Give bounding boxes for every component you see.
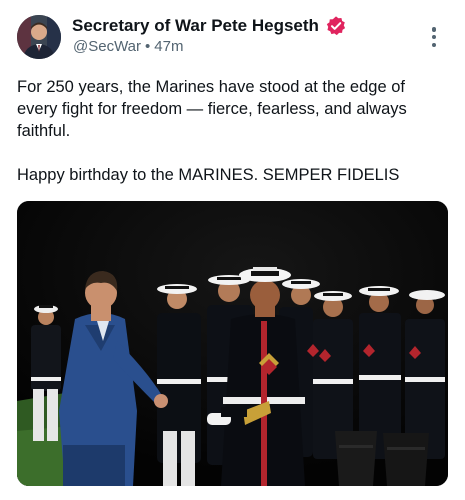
author-name-row: Secretary of War Pete Hegseth	[72, 15, 347, 37]
marines-photo-illustration	[17, 201, 448, 486]
post-photo[interactable]	[17, 201, 448, 486]
vertical-ellipsis-icon	[431, 34, 437, 40]
vertical-ellipsis-icon	[431, 27, 437, 32]
meta-separator: •	[145, 38, 151, 55]
author-handle[interactable]: @SecWar	[73, 38, 141, 55]
vertical-ellipsis-icon	[431, 42, 437, 47]
profile-photo-icon	[17, 15, 61, 59]
post-timestamp[interactable]: 47m	[154, 38, 183, 55]
post-text: For 250 years, the Marines have stood at…	[17, 76, 447, 186]
author-meta: @SecWar • 47m	[73, 38, 183, 55]
author-avatar[interactable]	[17, 15, 61, 59]
verified-badge-icon	[326, 16, 345, 36]
post-card[interactable]: Secretary of War Pete Hegseth @SecWar • 47…	[0, 0, 465, 500]
post-paragraph: Happy birthday to the MARINES. SEMPER FI…	[17, 166, 400, 184]
author-display-name[interactable]: Secretary of War Pete Hegseth	[72, 16, 319, 36]
more-options-button[interactable]	[424, 24, 444, 50]
post-paragraph: For 250 years, the Marines have stood at…	[17, 78, 407, 140]
